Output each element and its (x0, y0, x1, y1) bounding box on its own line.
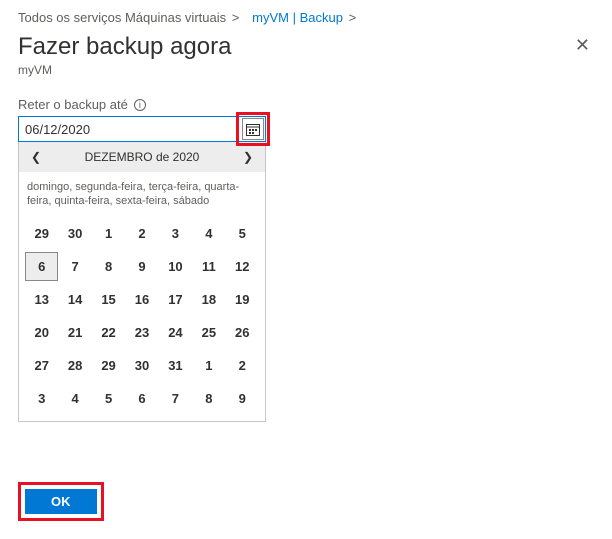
calendar-day-cell[interactable]: 9 (226, 384, 259, 413)
close-button[interactable]: ✕ (571, 33, 594, 58)
calendar-day-cell[interactable]: 27 (25, 351, 58, 380)
breadcrumb-sep-2: > (349, 10, 357, 25)
info-icon[interactable]: i (134, 99, 146, 111)
calendar-day-cell[interactable]: 2 (125, 219, 158, 248)
calendar-day-cell[interactable]: 6 (25, 252, 58, 281)
calendar-day-cell[interactable]: 3 (159, 219, 192, 248)
calendar-day-cell[interactable]: 14 (58, 285, 91, 314)
highlight-box-ok: OK (18, 482, 104, 521)
calendar-day-cell[interactable]: 4 (192, 219, 225, 248)
calendar-day-cell[interactable]: 6 (125, 384, 158, 413)
breadcrumb: Todos os serviços Máquinas virtuais > my… (18, 10, 594, 25)
calendar-day-cell[interactable]: 7 (159, 384, 192, 413)
ok-button[interactable]: OK (25, 489, 97, 514)
calendar-month-title[interactable]: DEZEMBRO de 2020 (85, 150, 200, 164)
retain-until-label: Reter o backup até (18, 97, 128, 112)
calendar-day-cell[interactable]: 15 (92, 285, 125, 314)
calendar-day-cell[interactable]: 3 (25, 384, 58, 413)
calendar-day-cell[interactable]: 28 (58, 351, 91, 380)
calendar-day-cell[interactable]: 19 (226, 285, 259, 314)
calendar-day-cell[interactable]: 12 (226, 252, 259, 281)
breadcrumb-item-myvm[interactable]: myVM | Backup (252, 10, 343, 25)
calendar-icon (246, 123, 260, 136)
calendar-day-cell[interactable]: 7 (58, 252, 91, 281)
calendar-day-cell[interactable]: 21 (58, 318, 91, 347)
calendar-day-cell[interactable]: 30 (125, 351, 158, 380)
calendar-day-cell[interactable]: 2 (226, 351, 259, 380)
calendar-day-cell[interactable]: 26 (226, 318, 259, 347)
calendar-day-cell[interactable]: 13 (25, 285, 58, 314)
date-picker-popup: ❮ DEZEMBRO de 2020 ❯ domingo, segunda-fe… (18, 142, 266, 422)
breadcrumb-sep: > (232, 10, 240, 25)
calendar-day-cell[interactable]: 4 (58, 384, 91, 413)
breadcrumb-item-services[interactable]: Todos os serviços (18, 10, 121, 25)
calendar-day-cell[interactable]: 11 (192, 252, 225, 281)
calendar-day-cell[interactable]: 23 (125, 318, 158, 347)
calendar-day-cell[interactable]: 10 (159, 252, 192, 281)
page-title: Fazer backup agora (18, 33, 231, 61)
calendar-day-cell[interactable]: 30 (58, 219, 91, 248)
calendar-day-cell[interactable]: 29 (92, 351, 125, 380)
calendar-day-cell[interactable]: 24 (159, 318, 192, 347)
prev-month-button[interactable]: ❮ (25, 146, 47, 168)
calendar-day-cell[interactable]: 20 (25, 318, 58, 347)
page-subtitle: myVM (18, 63, 594, 77)
calendar-day-cell[interactable]: 17 (159, 285, 192, 314)
calendar-day-cell[interactable]: 1 (192, 351, 225, 380)
retain-until-input[interactable] (18, 116, 266, 142)
calendar-day-cell[interactable]: 8 (92, 252, 125, 281)
calendar-day-cell[interactable]: 1 (92, 219, 125, 248)
calendar-day-cell[interactable]: 16 (125, 285, 158, 314)
calendar-day-cell[interactable]: 5 (226, 219, 259, 248)
calendar-day-cell[interactable]: 18 (192, 285, 225, 314)
next-month-button[interactable]: ❯ (237, 146, 259, 168)
close-icon: ✕ (575, 35, 590, 55)
calendar-day-cell[interactable]: 31 (159, 351, 192, 380)
breadcrumb-item-vms[interactable]: Máquinas virtuais (125, 10, 226, 25)
calendar-day-cell[interactable]: 8 (192, 384, 225, 413)
calendar-day-names: domingo, segunda-feira, terça-feira, qua… (19, 172, 265, 215)
calendar-day-cell[interactable]: 22 (92, 318, 125, 347)
highlight-box-calendar (236, 112, 270, 146)
calendar-day-cell[interactable]: 29 (25, 219, 58, 248)
calendar-day-cell[interactable]: 5 (92, 384, 125, 413)
calendar-picker-button[interactable] (242, 118, 264, 140)
calendar-day-cell[interactable]: 25 (192, 318, 225, 347)
calendar-day-cell[interactable]: 9 (125, 252, 158, 281)
calendar-grid: 2930123456789101112131415161718192021222… (19, 215, 265, 421)
